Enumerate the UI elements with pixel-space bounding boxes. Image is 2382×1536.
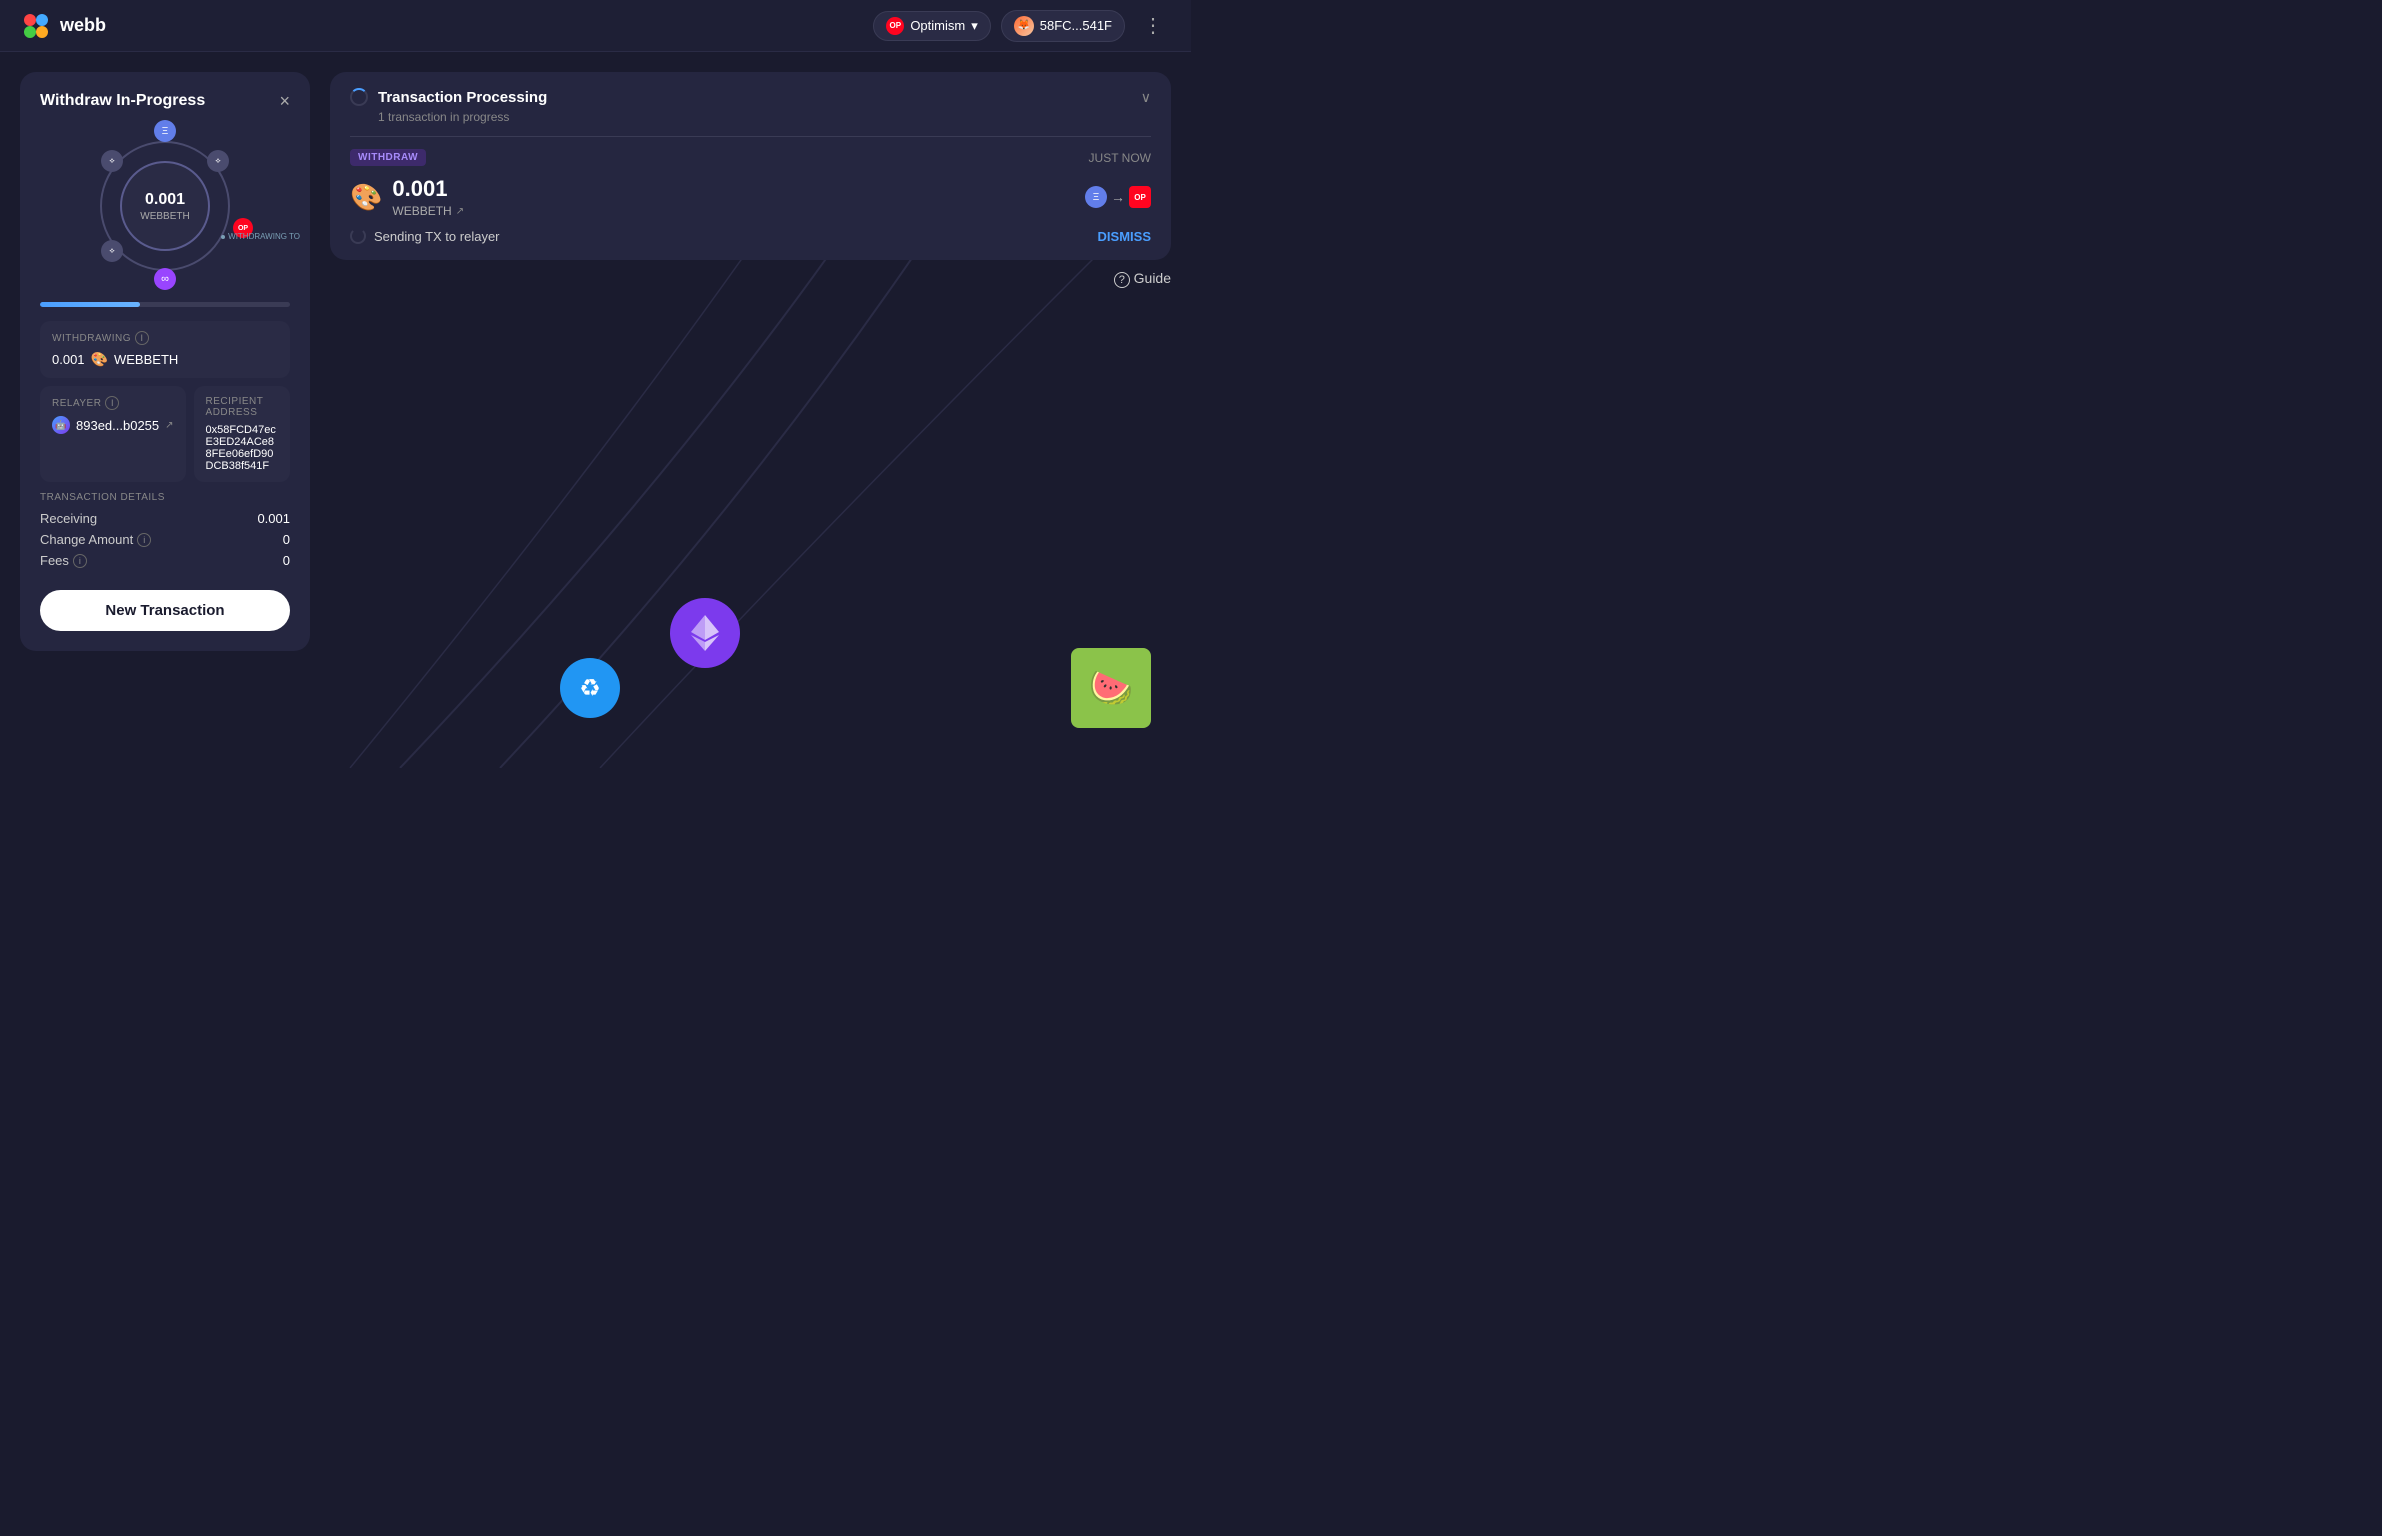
more-menu-button[interactable]: ⋮: [1135, 9, 1171, 42]
progress-bar: [40, 302, 290, 307]
dest-chain-icon: OP: [1129, 186, 1151, 208]
background-blue-circle: ♻: [560, 658, 620, 718]
change-amount-value: 0: [283, 532, 290, 547]
circle-token: WEBBETH: [140, 211, 189, 222]
source-chain-icon: Ξ: [1085, 186, 1107, 208]
wallet-button[interactable]: 🦊 58FC...541F: [1001, 10, 1125, 42]
tx-processing-header: Transaction Processing ∨: [350, 88, 1151, 106]
background-watermelon: 🍉: [1071, 648, 1151, 728]
withdrawing-dot: [221, 235, 225, 239]
info-icon-relayer: i: [105, 396, 119, 410]
info-icon-withdrawing: i: [135, 331, 149, 345]
tx-processing-title: Transaction Processing: [378, 89, 547, 106]
change-amount-row: Change Amount i 0: [40, 532, 290, 547]
relayer-recipient-row: RELAYER i 🤖 893ed...b0255 ↗ RECIPIENT AD…: [40, 386, 290, 482]
multi-node-3: ⟡: [101, 240, 123, 262]
webb-logo-icon: [20, 10, 52, 42]
sending-left: Sending TX to relayer: [350, 228, 500, 244]
guide-button[interactable]: ? Guide: [1114, 270, 1171, 288]
withdraw-amount-left: 🎨 0.001 WEBBETH ↗: [350, 176, 464, 218]
recipient-info-box: RECIPIENT ADDRESS 0x58FCD47ecE3ED24ACe88…: [194, 386, 290, 482]
infinity-node: ∞: [154, 268, 176, 290]
wallet-avatar: 🦊: [1014, 16, 1034, 36]
network-label: Optimism: [910, 18, 965, 33]
fees-value: 0: [283, 553, 290, 568]
withdrawing-info-box: WITHDRAWING i 0.001 🎨 WEBBETH: [40, 321, 290, 378]
tx-processing-left: Transaction Processing: [350, 88, 547, 106]
panel-title: Withdraw In-Progress: [40, 92, 205, 110]
chain-arrow: →: [1111, 189, 1125, 205]
tx-processing-subtitle: 1 transaction in progress: [378, 110, 1151, 124]
guide-icon: ?: [1114, 272, 1130, 288]
change-amount-label: Change Amount i: [40, 532, 151, 547]
network-button[interactable]: OP Optimism ▾: [873, 11, 990, 41]
withdraw-amount-row: 🎨 0.001 WEBBETH ↗ Ξ → OP: [350, 176, 1151, 218]
circle-center: 0.001 WEBBETH: [120, 161, 210, 251]
external-link-icon[interactable]: ↗: [165, 420, 173, 431]
main-content: Withdraw In-Progress × 0.001 WEBBETH Ξ ⟡…: [0, 52, 1191, 768]
receiving-row: Receiving 0.001: [40, 511, 290, 526]
fees-label: Fees i: [40, 553, 87, 568]
multi-node-1: ⟡: [101, 150, 123, 172]
panel-header: Withdraw In-Progress ×: [40, 92, 290, 110]
withdrawing-to-label: WITHDRAWING TO: [221, 232, 300, 241]
new-transaction-button[interactable]: New Transaction: [40, 590, 290, 631]
sending-row: Sending TX to relayer DISMISS: [350, 228, 1151, 244]
info-icon-fees: i: [73, 554, 87, 568]
webbeth-icon: 🎨: [91, 351, 108, 368]
relayer-label: RELAYER i: [52, 396, 174, 410]
eth-logo: [685, 613, 725, 653]
logo-text: webb: [60, 15, 106, 36]
sending-spinner: [350, 228, 366, 244]
transaction-processing-panel: Transaction Processing ∨ 1 transaction i…: [330, 72, 1171, 260]
close-button[interactable]: ×: [279, 92, 290, 110]
withdraw-panel: Withdraw In-Progress × 0.001 WEBBETH Ξ ⟡…: [20, 72, 310, 651]
background-eth-circle: [670, 598, 740, 668]
spinner-icon: [350, 88, 368, 106]
network-visualization: 0.001 WEBBETH Ξ ⟡ ⟡ ⟡ OP ∞ WITHDRAWING T…: [85, 126, 245, 286]
progress-fill: [40, 302, 140, 307]
network-dot: OP: [886, 17, 904, 35]
withdraw-badge: WITHDRAW: [350, 149, 426, 166]
eth-node: Ξ: [154, 120, 176, 142]
tx-details-title: TRANSACTION DETAILS: [40, 492, 290, 503]
relayer-value: 🤖 893ed...b0255 ↗: [52, 416, 174, 434]
chain-icons: Ξ → OP: [1085, 186, 1151, 208]
right-side: Transaction Processing ∨ 1 transaction i…: [330, 72, 1171, 748]
recipient-label: RECIPIENT ADDRESS: [206, 396, 278, 418]
chevron-down-icon: ▾: [971, 18, 978, 34]
guide-label: Guide: [1134, 270, 1171, 286]
transaction-details: TRANSACTION DETAILS Receiving 0.001 Chan…: [40, 492, 290, 568]
dismiss-button[interactable]: DISMISS: [1098, 229, 1151, 244]
circle-amount: 0.001: [145, 191, 185, 209]
relayer-icon: 🤖: [52, 416, 70, 434]
just-now-label: JUST NOW: [1089, 151, 1151, 165]
fees-row: Fees i 0: [40, 553, 290, 568]
guide-section: ? Guide: [330, 270, 1171, 288]
sending-text: Sending TX to relayer: [374, 229, 500, 244]
wallet-address: 58FC...541F: [1040, 18, 1112, 33]
header: webb OP Optimism ▾ 🦊 58FC...541F ⋮: [0, 0, 1191, 52]
relayer-info-box: RELAYER i 🤖 893ed...b0255 ↗: [40, 386, 186, 482]
logo: webb: [20, 10, 106, 42]
chevron-up-icon[interactable]: ∨: [1141, 89, 1151, 106]
receiving-value: 0.001: [257, 511, 290, 526]
withdraw-card-header: WITHDRAW JUST NOW: [350, 149, 1151, 166]
token-external-link[interactable]: ↗: [456, 206, 464, 217]
multi-node-2: ⟡: [207, 150, 229, 172]
token-name-row: WEBBETH ↗: [392, 204, 464, 218]
info-icon-change: i: [137, 533, 151, 547]
withdrawing-value: 0.001 🎨 WEBBETH: [52, 351, 278, 368]
amount-big: 0.001: [392, 176, 464, 202]
amount-token-group: 0.001 WEBBETH ↗: [392, 176, 464, 218]
recipient-value: 0x58FCD47ecE3ED24ACe88FEe06efD90DCB38f54…: [206, 424, 278, 472]
receiving-label: Receiving: [40, 511, 97, 526]
withdrawing-label: WITHDRAWING i: [52, 331, 278, 345]
webbeth-big-icon: 🎨: [350, 182, 382, 213]
withdraw-card: WITHDRAW JUST NOW 🎨 0.001 WEBBETH ↗: [350, 136, 1151, 244]
header-right: OP Optimism ▾ 🦊 58FC...541F ⋮: [873, 9, 1171, 42]
